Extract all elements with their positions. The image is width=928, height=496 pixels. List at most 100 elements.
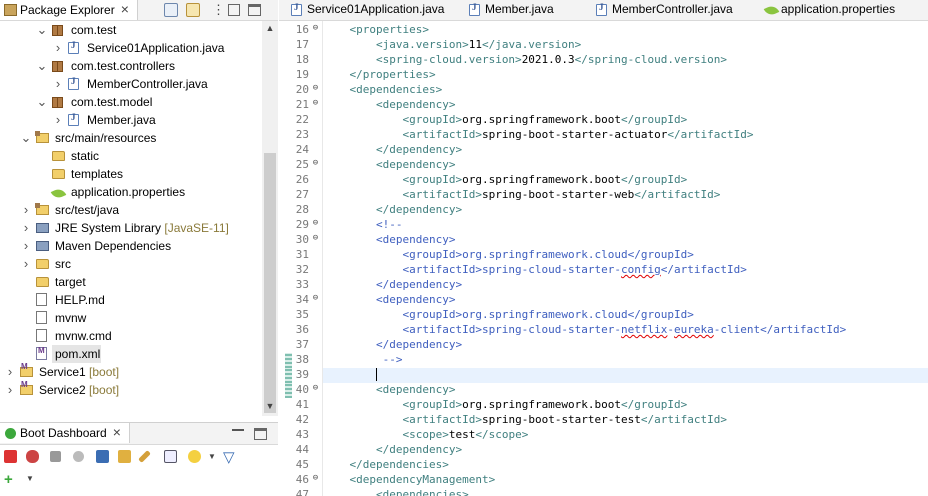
fold-collapse-icon[interactable]: ⊖ xyxy=(310,218,321,228)
minimize-icon[interactable] xyxy=(228,4,240,16)
tab-boot-dashboard[interactable]: Boot Dashboard × xyxy=(0,423,130,443)
refresh-icon[interactable] xyxy=(118,450,131,463)
tree-item[interactable]: ⌄ com.test.controllers xyxy=(0,57,262,75)
code-line[interactable]: <!-- xyxy=(323,218,928,233)
tree-item[interactable]: application.properties xyxy=(0,183,262,201)
code-line[interactable]: <dependency> xyxy=(323,383,928,398)
dropdown-icon[interactable]: ▼ xyxy=(26,474,34,483)
expand-down-icon[interactable]: ⌄ xyxy=(20,129,32,147)
fold-collapse-icon[interactable]: ⊖ xyxy=(310,98,321,108)
fold-collapse-icon[interactable]: ⊖ xyxy=(310,233,321,243)
code-line[interactable]: </properties> xyxy=(323,68,928,83)
scroll-up-icon[interactable]: ▲ xyxy=(262,23,278,33)
expand-right-icon[interactable]: › xyxy=(4,381,16,399)
add-icon[interactable]: + xyxy=(4,471,13,488)
expand-right-icon[interactable]: › xyxy=(52,111,64,129)
maximize-icon[interactable] xyxy=(254,428,267,440)
code-line[interactable]: <groupId>org.springframework.boot</group… xyxy=(323,398,928,413)
filter-icon[interactable]: ▽ xyxy=(223,448,235,466)
tree-item[interactable]: › src xyxy=(0,255,262,273)
close-icon[interactable]: × xyxy=(113,423,121,442)
code-line[interactable]: <artifactId>spring-boot-starter-actuator… xyxy=(323,128,928,143)
terminate-icon[interactable] xyxy=(50,451,61,462)
tree-item[interactable]: › JRE System Library [JavaSE-11] xyxy=(0,219,262,237)
code-line[interactable]: </dependency> xyxy=(323,278,928,293)
code-line[interactable]: <dependency> xyxy=(323,233,928,248)
tree-item[interactable]: target xyxy=(0,273,262,291)
lightbulb-icon[interactable] xyxy=(188,450,201,463)
console-icon[interactable] xyxy=(96,450,109,463)
pom-xml-source[interactable]: <properties> <java.version>11</java.vers… xyxy=(323,21,928,496)
view-menu-icon[interactable]: ⋮ xyxy=(212,2,225,18)
properties-icon[interactable] xyxy=(164,450,177,463)
tree-scrollbar[interactable]: ▲ ▼ xyxy=(262,21,278,416)
tree-item[interactable]: HELP.md xyxy=(0,291,262,309)
code-line[interactable]: </dependency> xyxy=(323,443,928,458)
expand-right-icon[interactable]: › xyxy=(52,39,64,57)
tree-item[interactable]: › Maven Dependencies xyxy=(0,237,262,255)
minimize-icon[interactable] xyxy=(232,429,244,431)
code-line[interactable]: <scope>test</scope> xyxy=(323,428,928,443)
code-line[interactable]: <dependencies> xyxy=(323,488,928,496)
code-line[interactable]: <dependencies> xyxy=(323,83,928,98)
fold-collapse-icon[interactable]: ⊖ xyxy=(310,83,321,93)
code-line[interactable]: <artifactId>spring-cloud-starter-config<… xyxy=(323,263,928,278)
code-line[interactable]: <java.version>11</java.version> xyxy=(323,38,928,53)
code-line[interactable]: <dependency> xyxy=(323,158,928,173)
link-with-editor-icon[interactable] xyxy=(186,3,200,17)
tree-item[interactable]: ⌄ com.test xyxy=(0,21,262,39)
code-line[interactable]: <dependency> xyxy=(323,293,928,308)
code-line[interactable]: --> xyxy=(323,353,928,368)
code-line[interactable]: <artifactId>spring-boot-starter-web</art… xyxy=(323,188,928,203)
code-line[interactable]: </dependency> xyxy=(323,203,928,218)
code-line[interactable]: <properties> xyxy=(323,23,928,38)
editor-tab[interactable]: Member.java xyxy=(465,0,554,20)
debug-stop-icon[interactable] xyxy=(26,450,39,463)
tree-item[interactable]: mvnw.cmd xyxy=(0,327,262,345)
expand-down-icon[interactable]: ⌄ xyxy=(36,57,48,75)
tree-item[interactable]: ⌄ src/main/resources xyxy=(0,129,262,147)
editor-tab[interactable]: MemberController.java xyxy=(592,0,733,20)
tree-item[interactable]: › Member.java xyxy=(0,111,262,129)
scroll-down-icon[interactable]: ▼ xyxy=(262,401,278,411)
code-line[interactable]: <groupId>org.springframework.boot</group… xyxy=(323,113,928,128)
fold-collapse-icon[interactable]: ⊖ xyxy=(310,383,321,393)
expand-right-icon[interactable]: › xyxy=(20,219,32,237)
code-line[interactable]: <dependencyManagement> xyxy=(323,473,928,488)
editor-tab[interactable]: Service01Application.java xyxy=(287,0,444,20)
fold-collapse-icon[interactable]: ⊖ xyxy=(310,293,321,303)
tree-item[interactable]: mvnw xyxy=(0,309,262,327)
tree-item[interactable]: › Service2 [boot] xyxy=(0,380,262,399)
dropdown-icon[interactable]: ▼ xyxy=(208,452,216,461)
expand-right-icon[interactable]: › xyxy=(20,201,32,219)
tab-package-explorer[interactable]: Package Explorer × xyxy=(0,0,138,20)
tree-item[interactable]: templates xyxy=(0,165,262,183)
code-line[interactable]: <dependency> xyxy=(323,98,928,113)
tree-item[interactable]: › Service1 [boot] xyxy=(0,362,262,381)
editor-tab[interactable]: application.properties xyxy=(761,0,895,20)
expand-right-icon[interactable]: › xyxy=(4,363,16,381)
tree-item[interactable]: › MemberController.java xyxy=(0,75,262,93)
fold-collapse-icon[interactable]: ⊖ xyxy=(310,473,321,483)
stop-icon[interactable] xyxy=(4,450,17,463)
code-line[interactable]: </dependency> xyxy=(323,338,928,353)
code-line[interactable]: <spring-cloud.version>2021.0.3</spring-c… xyxy=(323,53,928,68)
tree-item[interactable]: ⌄ com.test.model xyxy=(0,93,262,111)
code-line[interactable]: <groupId>org.springframework.cloud</grou… xyxy=(323,308,928,323)
edit-icon[interactable] xyxy=(138,450,151,463)
code-line[interactable]: </dependency> xyxy=(323,143,928,158)
expand-down-icon[interactable]: ⌄ xyxy=(36,21,48,39)
maximize-icon[interactable] xyxy=(248,4,261,16)
expand-down-icon[interactable]: ⌄ xyxy=(36,93,48,111)
code-line[interactable]: </dependencies> xyxy=(323,458,928,473)
code-line[interactable]: <groupId>org.springframework.boot</group… xyxy=(323,173,928,188)
code-line[interactable] xyxy=(323,368,928,383)
tree-item[interactable]: › src/test/java xyxy=(0,201,262,219)
fold-collapse-icon[interactable]: ⊖ xyxy=(310,23,321,33)
tree-item[interactable]: › Service01Application.java xyxy=(0,39,262,57)
collapse-all-icon[interactable] xyxy=(164,3,178,17)
pause-icon[interactable] xyxy=(73,451,84,462)
tree-item[interactable]: static xyxy=(0,147,262,165)
expand-right-icon[interactable]: › xyxy=(20,255,32,273)
fold-collapse-icon[interactable]: ⊖ xyxy=(310,158,321,168)
